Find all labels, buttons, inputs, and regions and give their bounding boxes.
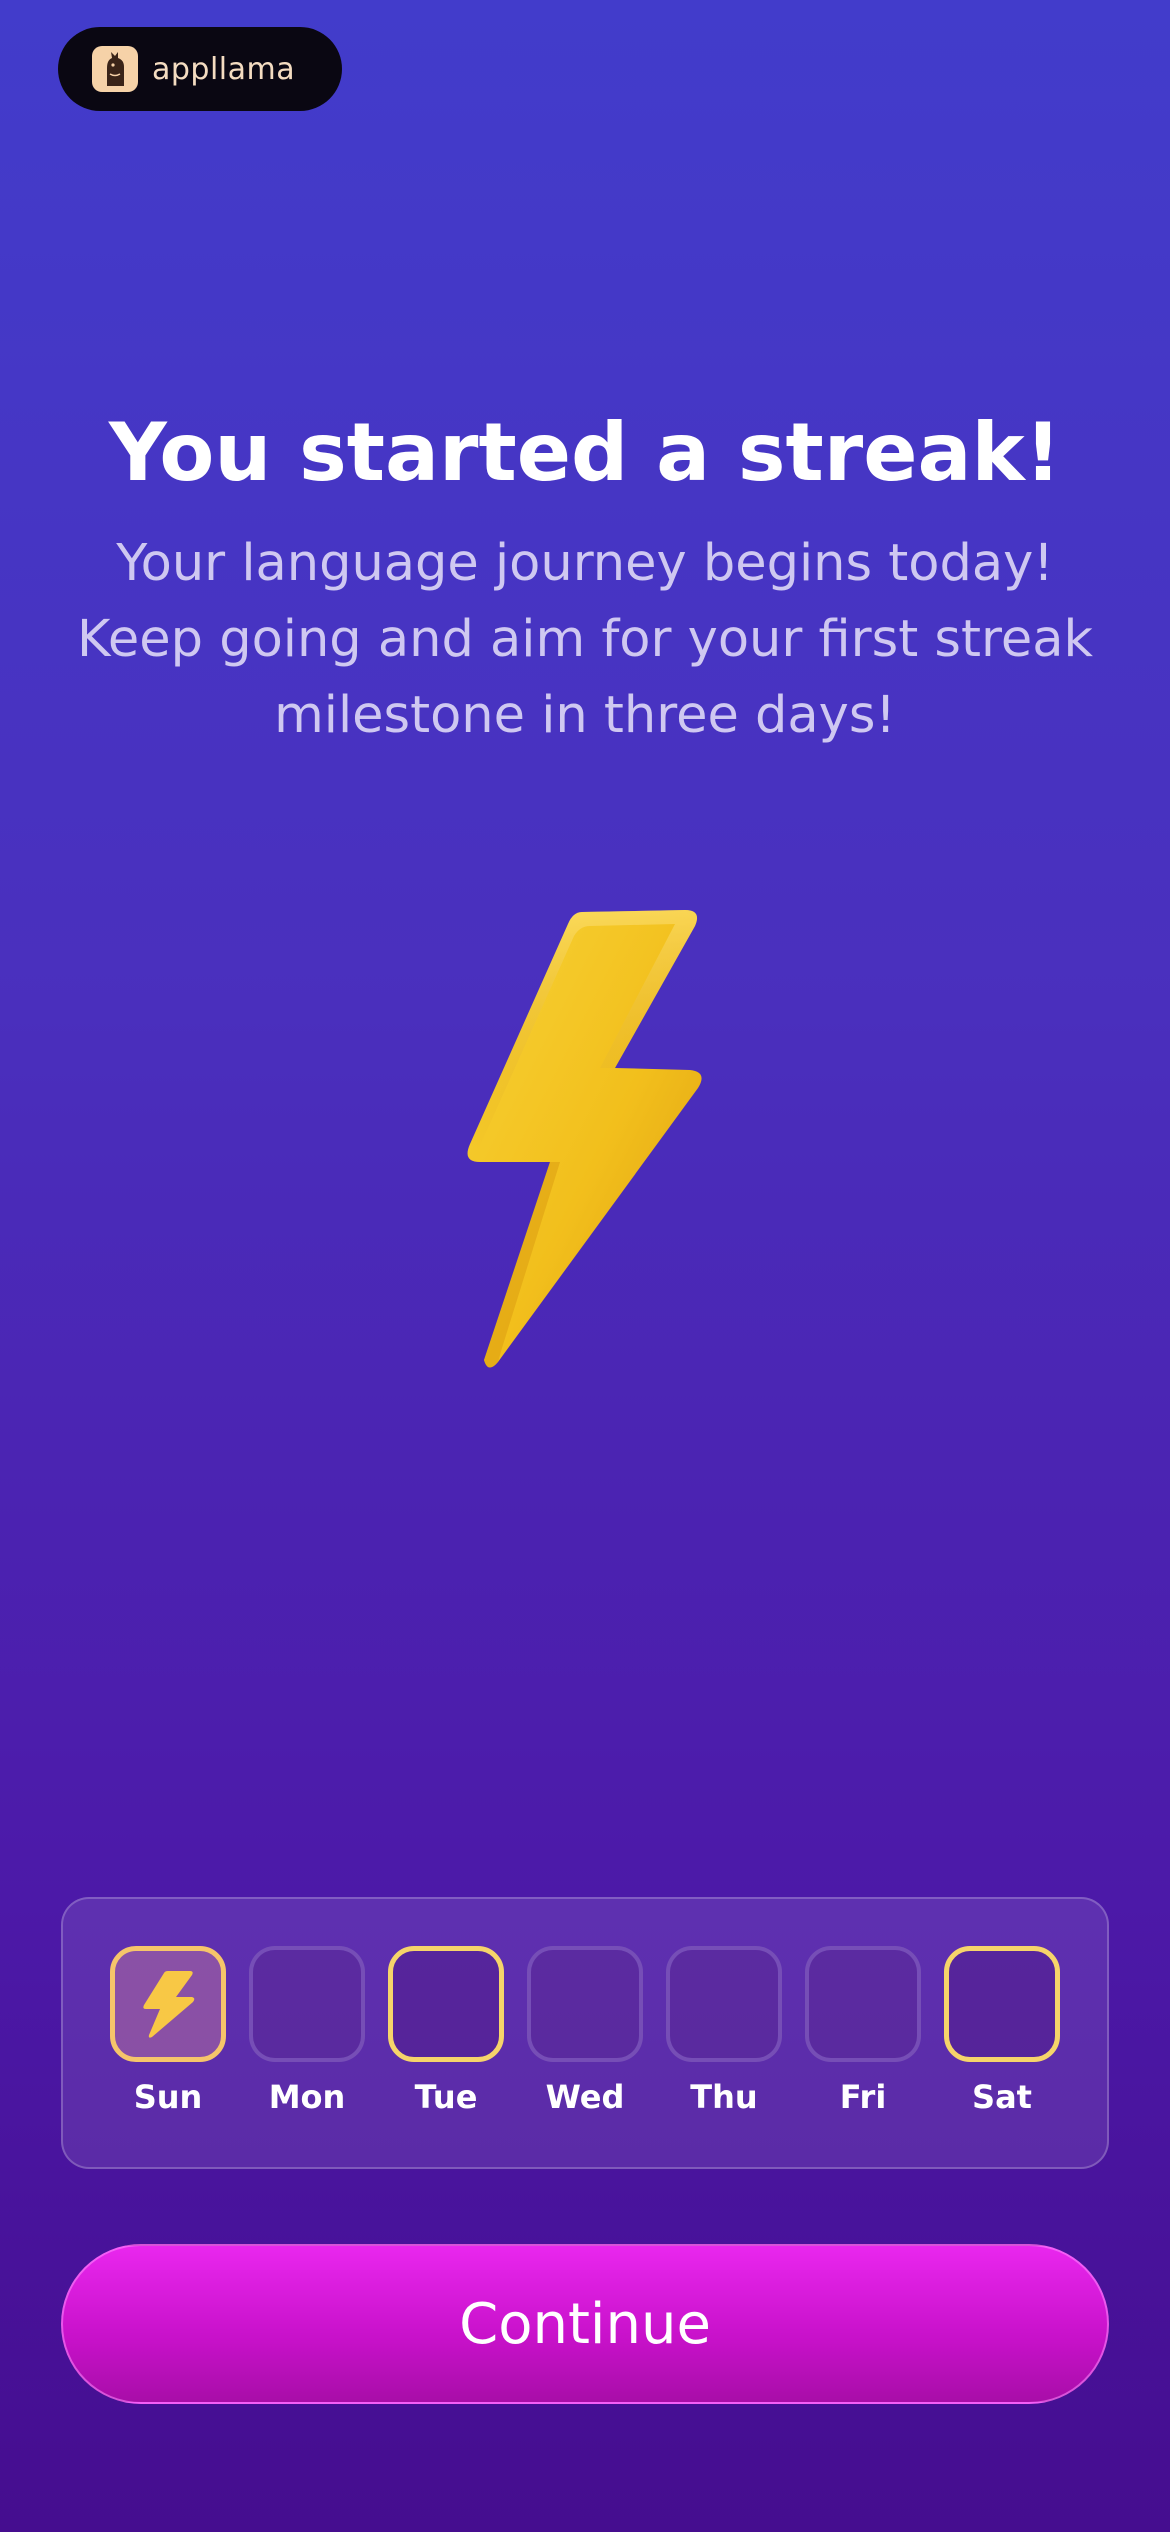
day-fri: Fri [805,1946,921,2116]
day-box-empty [805,1946,921,2062]
day-sun: Sun [110,1946,226,2116]
day-box-goal [944,1946,1060,2062]
day-tue: Tue [388,1946,504,2116]
lightning-bolt-icon [143,1971,195,2038]
day-label: Tue [414,2078,478,2116]
page-title: You started a streak! [108,406,1062,499]
day-label: Fri [839,2078,887,2116]
continue-button[interactable]: Continue [61,2244,1109,2404]
day-box-empty [666,1946,782,2062]
day-box-empty [249,1946,365,2062]
day-label: Mon [268,2078,346,2116]
day-box-empty [527,1946,643,2062]
llama-icon [92,46,138,92]
day-label: Thu [690,2078,758,2116]
day-box-completed [110,1946,226,2062]
day-label: Sat [972,2078,1032,2116]
page-subtitle: Your language journey begins today! Keep… [76,534,1094,745]
day-label: Wed [545,2078,625,2116]
day-wed: Wed [527,1946,643,2116]
streak-week-card: Sun Mon Tue Wed Thu Fri Sat [61,1897,1109,2169]
day-sat: Sat [944,1946,1060,2116]
day-mon: Mon [249,1946,365,2116]
day-label: Sun [133,2078,203,2116]
brand-badge: appllama [58,27,342,111]
brand-name: appllama [152,51,296,87]
day-thu: Thu [666,1946,782,2116]
lightning-bolt-icon [467,910,702,1368]
day-box-goal [388,1946,504,2062]
